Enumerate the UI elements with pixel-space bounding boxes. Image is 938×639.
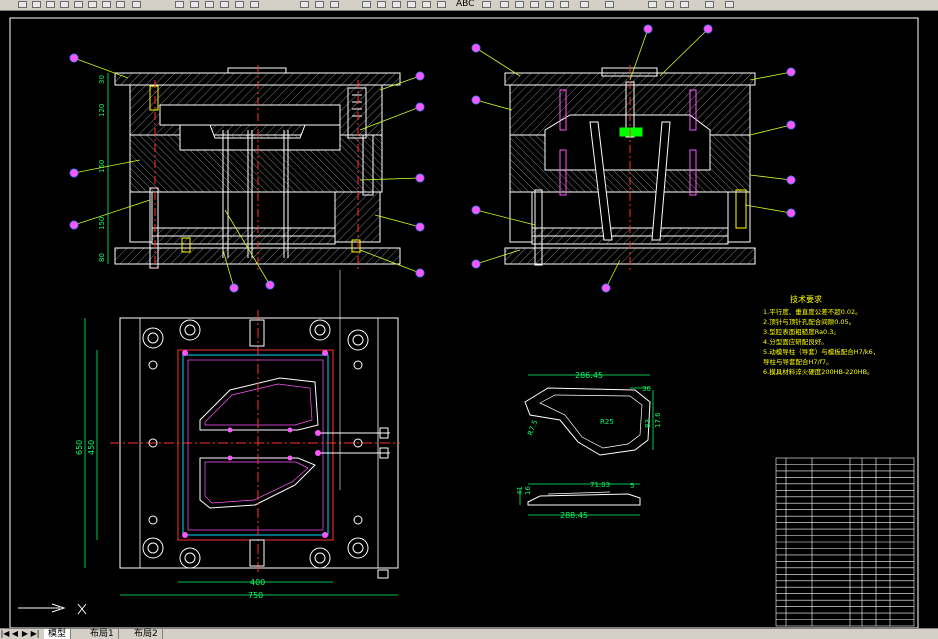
preview-icon[interactable]: [60, 1, 69, 8]
layer-prev-icon[interactable]: [545, 1, 554, 8]
layout-tabs: |◀ ◀ ▶ ▶| 模型 布局1 布局2: [0, 628, 938, 639]
tech-req-item-7: 6.模具材料淬火硬度200HB-220HB。: [763, 367, 874, 376]
dim-r5: 5: [630, 482, 634, 490]
block-icon[interactable]: [560, 1, 569, 8]
copy-icon[interactable]: [102, 1, 111, 8]
dim-30-part: 30: [642, 385, 651, 393]
dim-150a: 150: [98, 160, 106, 173]
dim-400: 400: [250, 578, 265, 587]
hyperlink-icon[interactable]: [515, 1, 524, 8]
tech-req-item-3: 3.型腔表面粗糙度Ra0.3。: [763, 327, 840, 336]
cut-icon[interactable]: [88, 1, 97, 8]
dim-650: 650: [75, 440, 84, 455]
region-icon[interactable]: [392, 1, 401, 8]
linetype-icon[interactable]: [725, 1, 734, 8]
locate-icon[interactable]: [422, 1, 431, 8]
dim-r25: R25: [600, 418, 614, 426]
open-icon[interactable]: [18, 1, 27, 8]
dim-288-45: 288.45: [560, 511, 588, 520]
tech-req-item-5: 5.动模导柱（导套）与模板配合H7/k6，: [763, 347, 879, 356]
grid-icon[interactable]: [580, 1, 589, 8]
paste-icon[interactable]: [116, 1, 125, 8]
zoom-prev-icon[interactable]: [250, 1, 259, 8]
dim-150b: 150: [98, 217, 106, 230]
print-icon[interactable]: [46, 1, 55, 8]
properties-icon[interactable]: [300, 1, 309, 8]
lock-icon[interactable]: [680, 1, 689, 8]
dim-71-03: 71.03: [590, 481, 610, 489]
technical-requirements: 技术要求 1.平行度、垂直度公差不超0.02。 2.顶针与顶针孔配合间隙0.05…: [763, 294, 879, 376]
dim-750: 750: [248, 591, 263, 600]
table-icon[interactable]: [482, 1, 491, 8]
tool-palette-icon[interactable]: [330, 1, 339, 8]
dist-icon[interactable]: [362, 1, 371, 8]
help-icon[interactable]: [437, 1, 446, 8]
tech-req-item-4: 4.分型面应研配良好。: [763, 337, 828, 346]
spell-check-button[interactable]: ABC: [456, 0, 474, 9]
tech-req-title: 技术要求: [790, 294, 822, 304]
sun-icon[interactable]: [665, 1, 674, 8]
save-icon[interactable]: [32, 1, 41, 8]
field-icon[interactable]: [500, 1, 509, 8]
list-icon[interactable]: [407, 1, 416, 8]
dim-120: 120: [98, 104, 106, 117]
plan-view: 400 750 650 450: [75, 270, 400, 600]
side-section-view: [471, 24, 796, 293]
design-center-icon[interactable]: [315, 1, 324, 8]
dim-83: 83: [644, 419, 652, 428]
dim-80: 80: [98, 253, 106, 262]
zoom-icon[interactable]: [220, 1, 229, 8]
matchprop-icon[interactable]: [132, 1, 141, 8]
ucs-icon: [18, 603, 87, 615]
dim-450: 450: [87, 440, 96, 455]
dim-17-6: 17.6: [654, 412, 662, 428]
dim-41: 41: [516, 486, 524, 495]
layer-state-icon[interactable]: [648, 1, 657, 8]
undo-icon[interactable]: [175, 1, 184, 8]
layer-icon[interactable]: [530, 1, 539, 8]
parts-list-table: [775, 457, 915, 627]
dim-30: 30: [98, 75, 106, 84]
zoom-window-icon[interactable]: [235, 1, 244, 8]
pan-icon[interactable]: [205, 1, 214, 8]
part-detail: 286.45 30 R7.5 R25 83 17.6 41 16 71.03 5…: [516, 371, 662, 520]
tech-req-item-2: 2.顶针与顶针孔配合间隙0.05。: [763, 317, 855, 326]
front-section-view: 30 120 150 150 80: [69, 53, 425, 293]
publish-icon[interactable]: [74, 1, 83, 8]
help-book-icon[interactable]: [605, 1, 614, 8]
color-icon[interactable]: [705, 1, 714, 8]
tech-req-item-6: 导柱与导套配合H7/f7。: [763, 357, 833, 366]
area-icon[interactable]: [377, 1, 386, 8]
tech-req-item-1: 1.平行度、垂直度公差不超0.02。: [763, 307, 862, 316]
drawing-canvas[interactable]: 30 120 150 150 80 400 750 650 450 286.45…: [0, 10, 938, 628]
dim-286-45: 286.45: [575, 371, 603, 380]
dim-16: 16: [524, 486, 532, 495]
dim-r7-5: R7.5: [526, 419, 539, 437]
redo-icon[interactable]: [190, 1, 199, 8]
